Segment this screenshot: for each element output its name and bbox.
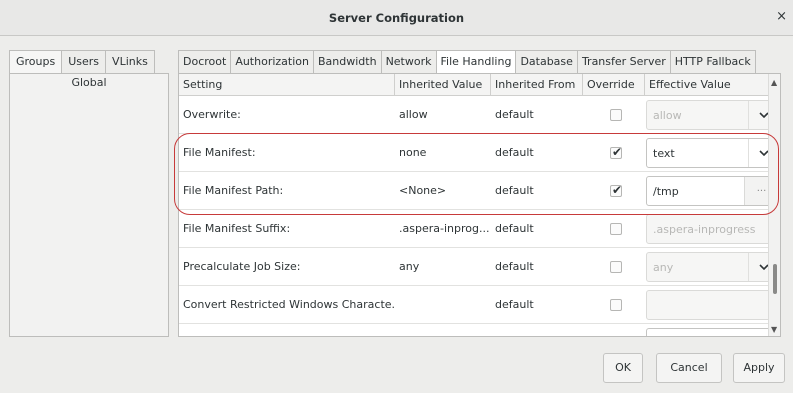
effective-value-input[interactable]: .aspera-inprogress: [646, 214, 779, 244]
column-header-setting[interactable]: Setting: [179, 74, 395, 96]
inherited-value: <None>: [399, 184, 447, 197]
setting-name: File Manifest Path:: [183, 184, 284, 197]
inherited-from: default: [495, 184, 534, 197]
scroll-up-icon[interactable]: ▲: [771, 78, 777, 87]
title-bar: Server Configuration ×: [0, 0, 793, 36]
inherited-from: default: [495, 222, 534, 235]
column-header-override[interactable]: Override: [583, 74, 645, 96]
tab-network[interactable]: Network: [381, 50, 437, 74]
tab-database[interactable]: Database: [516, 50, 578, 74]
table-row: Precalculate Job Size: any default any: [179, 248, 779, 286]
effective-value: allow: [653, 109, 682, 122]
check-icon: ✔: [612, 183, 623, 197]
override-checkbox[interactable]: ✔: [610, 183, 623, 197]
close-icon[interactable]: ×: [776, 9, 787, 24]
setting-name: Precalculate Job Size:: [183, 260, 301, 273]
effective-value: /tmp: [653, 185, 679, 198]
table-header: Setting Inherited Value Inherited From O…: [179, 74, 769, 96]
tab-authorization[interactable]: Authorization: [231, 50, 314, 74]
effective-value-input[interactable]: [646, 290, 779, 320]
tab-http-fallback[interactable]: HTTP Fallback: [670, 50, 756, 74]
inherited-from: default: [495, 108, 534, 121]
setting-name: File Manifest Suffix:: [183, 222, 291, 235]
ok-button[interactable]: OK: [603, 353, 643, 383]
inherited-value: .aspera-inprog...: [399, 222, 490, 235]
apply-button[interactable]: Apply: [733, 353, 785, 383]
manifest-path-input[interactable]: /tmp ...: [646, 176, 779, 206]
column-header-inherited-value[interactable]: Inherited Value: [395, 74, 491, 96]
table-row: [179, 324, 779, 336]
override-checkbox[interactable]: [610, 261, 622, 273]
settings-table: Setting Inherited Value Inherited From O…: [178, 73, 781, 337]
effective-value: any: [653, 261, 674, 274]
setting-name: Convert Restricted Windows Characte...: [183, 298, 395, 311]
override-checkbox[interactable]: [610, 299, 622, 311]
tab-file-handling[interactable]: File Handling: [436, 50, 517, 74]
tab-docroot[interactable]: Docroot: [178, 50, 232, 74]
tab-users[interactable]: Users: [62, 50, 107, 74]
override-checkbox[interactable]: [610, 223, 622, 235]
tab-bandwidth[interactable]: Bandwidth: [314, 50, 382, 74]
override-checkbox[interactable]: [610, 109, 622, 121]
list-item-global[interactable]: Global: [10, 74, 168, 94]
window-title: Server Configuration: [328, 11, 465, 25]
group-list: Global: [9, 73, 169, 337]
tab-groups[interactable]: Groups: [9, 50, 63, 74]
cancel-button[interactable]: Cancel: [656, 353, 722, 383]
effective-value-dropdown[interactable]: any: [646, 252, 779, 282]
inherited-from: default: [495, 260, 534, 273]
tab-transfer-server[interactable]: Transfer Server: [577, 50, 671, 74]
tab-vlinks[interactable]: VLinks: [106, 50, 155, 74]
effective-value: .aspera-inprogress: [653, 223, 756, 236]
inherited-from: default: [495, 146, 534, 159]
table-row: File Manifest Path: <None> default ✔ /tm…: [179, 172, 779, 210]
inherited-value: none: [399, 146, 427, 159]
effective-value-input[interactable]: [646, 328, 779, 336]
inherited-value: allow: [399, 108, 428, 121]
effective-value: text: [653, 147, 675, 160]
inherited-value: any: [399, 260, 420, 273]
setting-name: Overwrite:: [183, 108, 241, 121]
scroll-down-icon[interactable]: ▼: [771, 325, 777, 334]
column-header-inherited-from[interactable]: Inherited From: [491, 74, 583, 96]
table-row: Convert Restricted Windows Characte... d…: [179, 286, 779, 324]
override-checkbox[interactable]: ✔: [610, 145, 623, 159]
check-icon: ✔: [612, 145, 623, 159]
table-row: File Manifest Suffix: .aspera-inprog... …: [179, 210, 779, 248]
table-row: Overwrite: allow default allow: [179, 96, 779, 134]
table-row: File Manifest: none default ✔ text: [179, 134, 779, 172]
inherited-from: default: [495, 298, 534, 311]
settings-tab-bar: Docroot Authorization Bandwidth Network …: [178, 50, 756, 74]
effective-value-dropdown[interactable]: text: [646, 138, 779, 168]
column-header-effective-value[interactable]: Effective Value: [645, 74, 769, 96]
scrollbar-thumb[interactable]: [773, 264, 777, 294]
effective-value-dropdown[interactable]: allow: [646, 100, 779, 130]
vertical-scrollbar[interactable]: ▲ ▼: [768, 74, 780, 336]
setting-name: File Manifest:: [183, 146, 256, 159]
left-tab-bar: Groups Users VLinks: [9, 50, 155, 74]
